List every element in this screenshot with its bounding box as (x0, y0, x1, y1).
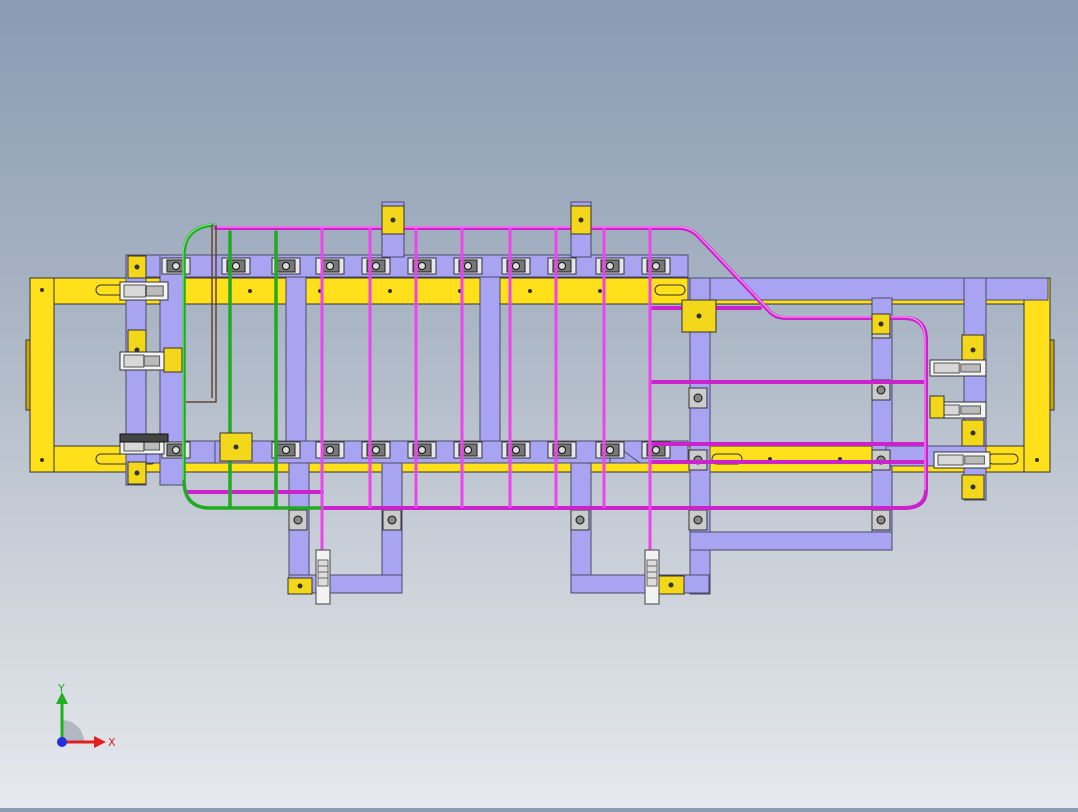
yellow-clamp-block (570, 205, 592, 235)
yellow-clamp-block (127, 255, 147, 279)
bolt-hole (598, 289, 602, 293)
bolt-hole (388, 289, 392, 293)
rail-mount (161, 257, 191, 275)
rail-mount (453, 257, 483, 275)
rail-mount (288, 509, 308, 531)
x-axis-arrowhead (94, 736, 106, 748)
rail-mount (382, 509, 402, 531)
rail-mount (570, 509, 590, 531)
y-axis-label: Y (57, 682, 65, 695)
rail-mount (361, 441, 391, 459)
yellow-clamp-block (657, 575, 685, 595)
rail-mount (547, 441, 577, 459)
bolt-hole (248, 289, 252, 293)
clamp-indicator-plate (929, 395, 945, 419)
white-clamp-assembly (929, 359, 987, 377)
rail-mount (688, 387, 708, 409)
clamp-cylinder (119, 433, 169, 443)
yellow-clamp-block (287, 577, 313, 595)
locating-pin-left (315, 549, 331, 605)
rail-mount (501, 441, 531, 459)
rail-mount (407, 441, 437, 459)
purple-beam-structure (125, 201, 1049, 595)
x-axis-label: X (108, 736, 116, 749)
rail-mount (595, 257, 625, 275)
bolt-hole (40, 458, 44, 462)
rail-mount (315, 257, 345, 275)
bolt-hole (40, 288, 44, 292)
rail-mount (641, 257, 671, 275)
fixture-assembly-model[interactable] (0, 0, 1078, 808)
rail-mount (501, 257, 531, 275)
yellow-clamp-block (961, 419, 985, 447)
locating-pin-right (644, 549, 660, 605)
yellow-clamp-block (127, 461, 147, 485)
rail-mount (547, 257, 577, 275)
coordinate-triad: Y X (56, 682, 116, 749)
yellow-clamp-block (681, 299, 717, 333)
rail-mount (453, 441, 483, 459)
bolt-hole (1035, 458, 1039, 462)
bolt-hole (528, 289, 532, 293)
rail-mount (871, 509, 891, 531)
rail-mount (221, 257, 251, 275)
yellow-clamp-block (871, 313, 891, 335)
white-clamp-assembly (933, 451, 991, 469)
clamp-indicator-plate (163, 347, 183, 373)
rail-mount (315, 441, 345, 459)
rail-mount (407, 257, 437, 275)
white-clamp-assembly (119, 351, 165, 371)
white-clamp-assembly (119, 281, 169, 301)
z-axis-dot (57, 737, 67, 747)
rail-mount (161, 441, 191, 459)
yellow-clamp-block (219, 432, 253, 462)
rail-mount (688, 509, 708, 531)
rail-mount (361, 257, 391, 275)
cad-3d-viewport[interactable]: Y X (0, 0, 1078, 808)
yellow-clamp-block (381, 205, 405, 235)
brown-pipe-segment (186, 225, 217, 403)
yellow-clamp-block (961, 474, 985, 500)
rail-mount (595, 441, 625, 459)
